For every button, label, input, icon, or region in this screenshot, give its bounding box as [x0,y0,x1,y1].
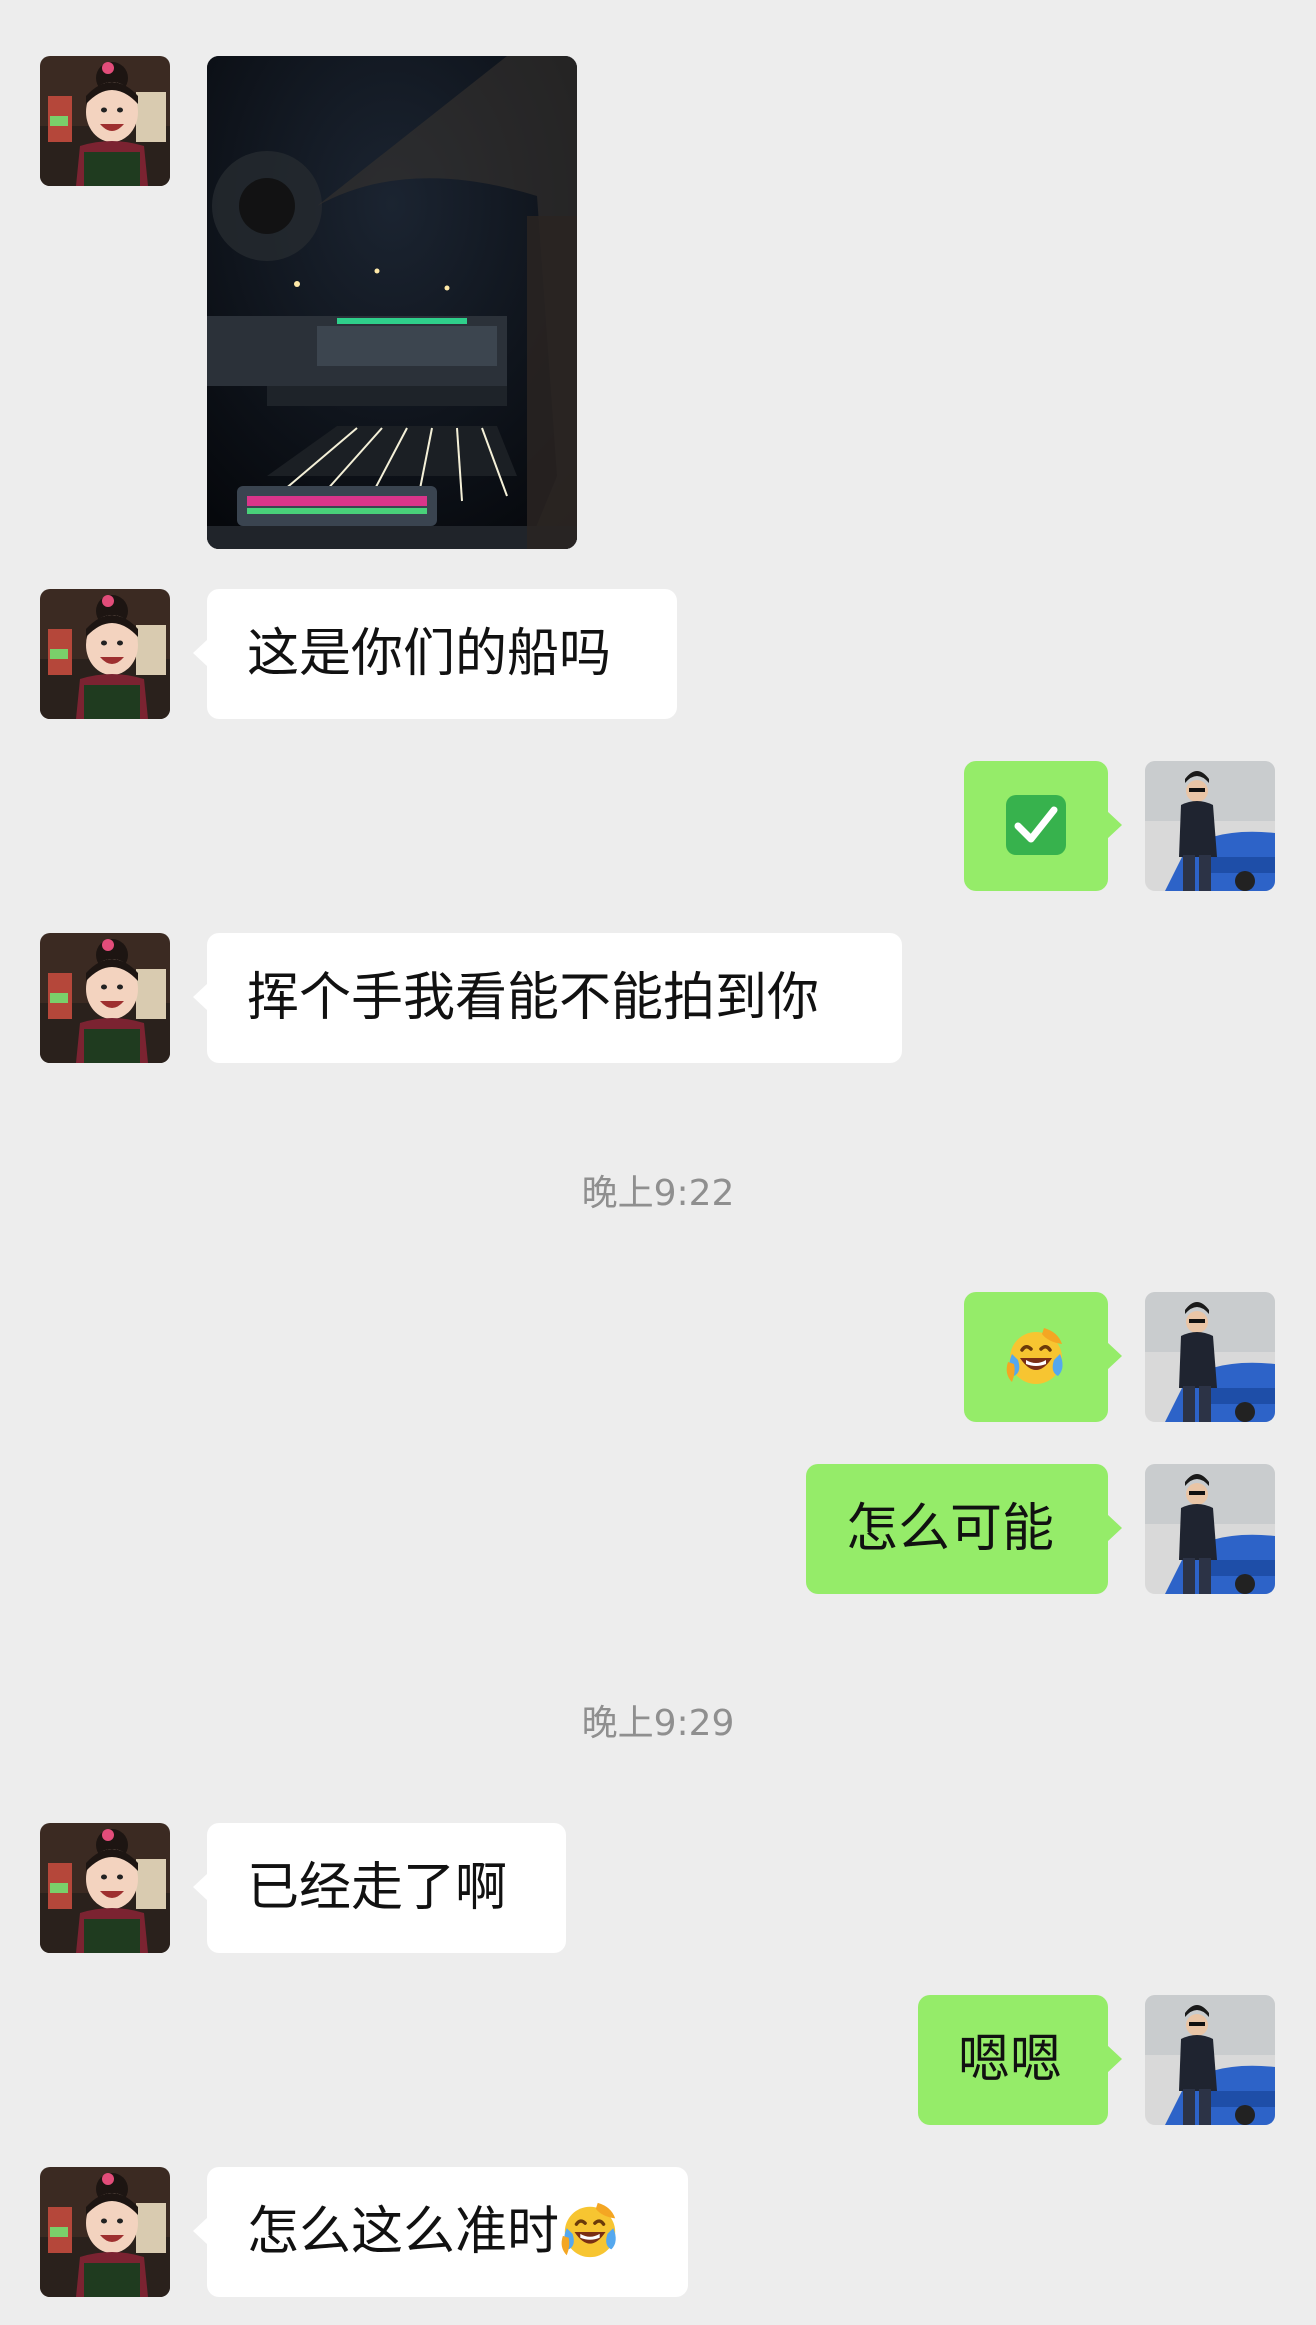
contact-avatar-image [40,933,170,1063]
outgoing-message-bubble[interactable]: 怎么可能 [806,1464,1122,1594]
contact-avatar-image [40,589,170,719]
user-avatar-image [1145,1464,1275,1594]
user-avatar[interactable] [1145,1995,1275,2125]
message-text: 怎么这么准时 [247,2202,560,2262]
contact-avatar[interactable] [40,589,170,719]
chat-timestamp: 晚上9:29 [581,1703,735,1744]
message-text: 挥个手我看能不能拍到你 [247,968,820,1028]
incoming-message-bubble[interactable]: 这是你们的船吗 [193,589,677,719]
laughing-crying-face-icon [1004,1324,1068,1388]
chat-timestamp: 晚上9:22 [581,1173,735,1214]
outgoing-emoji-bubble[interactable] [964,761,1122,891]
contact-avatar-image [40,56,170,186]
user-avatar[interactable] [1145,761,1275,891]
incoming-message-bubble[interactable]: 怎么这么准时 [193,2167,688,2297]
night-harbor-image [207,56,577,549]
contact-avatar-image [40,1823,170,1953]
outgoing-message-bubble[interactable]: 嗯嗯 [918,1995,1122,2125]
user-avatar[interactable] [1145,1464,1275,1594]
message-text: 这是你们的船吗 [247,624,612,684]
laughing-crying-face-icon [559,2199,621,2261]
message-text: 怎么可能 [846,1499,1055,1559]
contact-avatar-image [40,2167,170,2297]
message-text: 已经走了啊 [247,1858,508,1918]
user-avatar-image [1145,761,1275,891]
outgoing-emoji-bubble[interactable] [964,1292,1122,1422]
user-avatar[interactable] [1145,1292,1275,1422]
incoming-message-bubble[interactable]: 挥个手我看能不能拍到你 [193,933,902,1063]
user-avatar-image [1145,1995,1275,2125]
contact-avatar[interactable] [40,1823,170,1953]
incoming-message-bubble[interactable]: 已经走了啊 [193,1823,566,1953]
contact-avatar[interactable] [40,56,170,186]
user-avatar-image [1145,1292,1275,1422]
message-text: 嗯嗯 [958,2030,1063,2090]
check-mark-button-icon [1006,795,1066,855]
video-message-thumbnail[interactable] [207,56,577,549]
contact-avatar[interactable] [40,2167,170,2297]
contact-avatar[interactable] [40,933,170,1063]
